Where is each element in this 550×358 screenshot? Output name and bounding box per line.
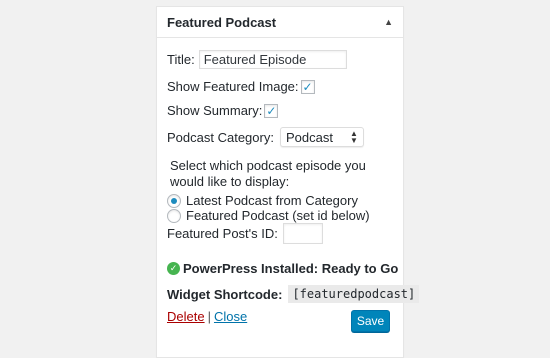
show-summary-checkbox[interactable]: ✓ <box>264 103 279 118</box>
category-select[interactable]: Podcast ▲ ▼ <box>279 127 364 147</box>
save-button[interactable]: Save <box>351 310 390 332</box>
radio-featured[interactable] <box>167 208 181 223</box>
show-summary-label: Show Summary: <box>167 103 263 118</box>
title-row: Title: <box>167 50 347 69</box>
radio-latest[interactable] <box>167 193 181 208</box>
check-circle-icon: ✓ <box>167 262 180 275</box>
radio-latest-row[interactable]: Latest Podcast from Category <box>167 193 358 208</box>
radio-featured-row[interactable]: Featured Podcast (set id below) <box>167 208 370 223</box>
delete-link[interactable]: Delete <box>167 309 205 324</box>
post-id-label: Featured Post's ID: <box>167 226 278 241</box>
post-id-input[interactable] <box>282 223 323 244</box>
collapse-arrow-icon[interactable]: ▲ <box>384 17 393 27</box>
title-input[interactable] <box>198 50 347 69</box>
category-label: Podcast Category: <box>167 129 274 145</box>
category-selected-value: Podcast <box>285 129 333 145</box>
widget-title: Featured Podcast <box>167 14 277 30</box>
status-text: PowerPress Installed: Ready to Go <box>183 261 399 276</box>
title-label: Title: <box>167 52 195 67</box>
show-image-label: Show Featured Image: <box>167 79 299 94</box>
radio-selected-dot <box>171 197 177 204</box>
shortcode-label: Widget Shortcode: <box>167 286 283 302</box>
instructions-text: Select which podcast episode you would l… <box>170 158 366 189</box>
category-row: Podcast Category: Podcast ▲ ▼ <box>167 127 364 147</box>
shortcode-value: [featuredpodcast] <box>288 285 420 303</box>
widget-actions: Delete | Close <box>167 309 247 324</box>
checkmark-icon: ✓ <box>302 79 313 94</box>
select-arrows-icon: ▲ ▼ <box>350 129 358 145</box>
shortcode-row: Widget Shortcode: [featuredpodcast] <box>167 285 420 303</box>
status-row: ✓ PowerPress Installed: Ready to Go <box>167 261 398 276</box>
actions-separator: | <box>207 309 211 324</box>
radio-featured-label: Featured Podcast (set id below) <box>186 208 370 223</box>
show-image-row: Show Featured Image: ✓ <box>167 79 315 94</box>
checkmark-icon: ✓ <box>266 103 277 118</box>
post-id-row: Featured Post's ID: <box>167 223 323 244</box>
widget-header[interactable]: Featured Podcast ▲ <box>157 7 403 38</box>
show-summary-row: Show Summary: ✓ <box>167 103 279 118</box>
show-image-checkbox[interactable]: ✓ <box>300 79 315 94</box>
radio-latest-label: Latest Podcast from Category <box>186 193 358 208</box>
close-link[interactable]: Close <box>214 309 247 324</box>
